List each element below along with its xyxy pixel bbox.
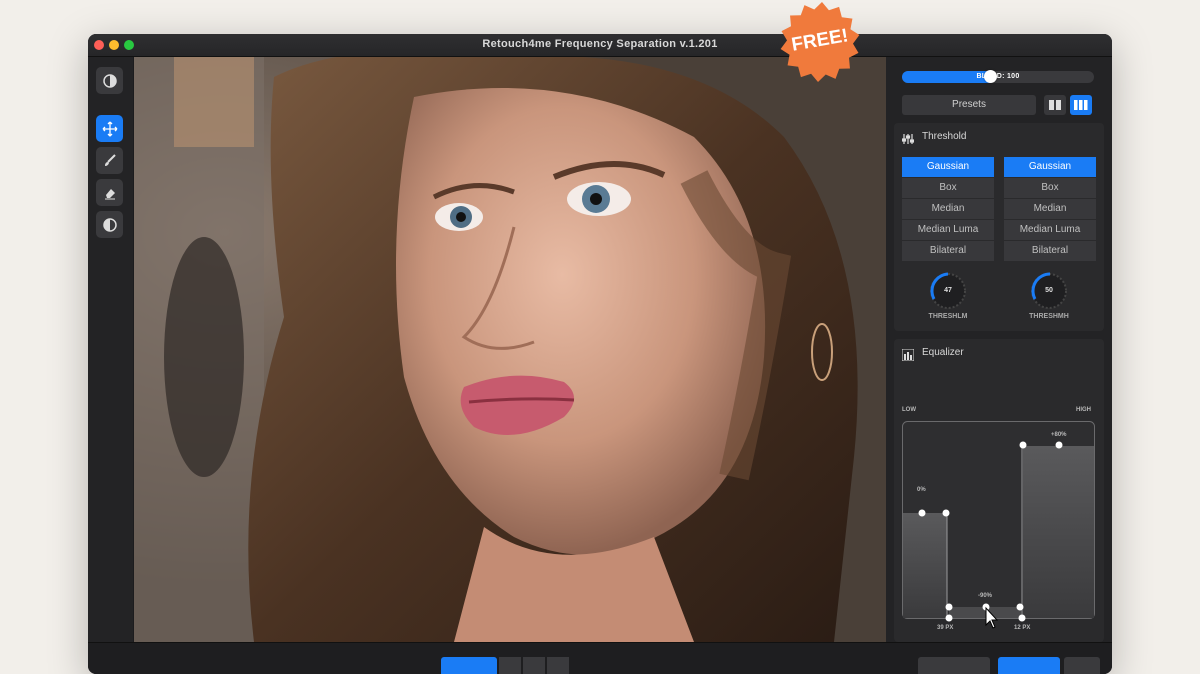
title-bar: Retouch4me Frequency Separation v.1.201 — [88, 34, 1112, 57]
move-icon[interactable] — [96, 115, 123, 142]
eq-boundary-2: 12 PX — [1014, 625, 1031, 631]
eq-low-label: LOW — [902, 407, 916, 413]
eq-high-label: HIGH — [1076, 407, 1091, 413]
bottom-bar — [88, 642, 1112, 674]
threshold-section: Threshold Gaussian Box Median Median Lum… — [894, 123, 1104, 331]
filter-item[interactable]: Box — [902, 178, 994, 199]
eq-handle[interactable] — [1055, 441, 1063, 449]
portrait-photo — [134, 57, 886, 642]
threshlm-value: 47 — [944, 287, 952, 294]
filter-item[interactable]: Gaussian — [902, 157, 994, 178]
threshlm-label: THRESHLM — [928, 313, 968, 320]
eq-band-low-value: 0% — [917, 487, 926, 493]
filter-item[interactable]: Box — [1004, 178, 1096, 199]
settings-panel: BLEND: 100 Presets Threshold Gaussian Bo… — [886, 57, 1112, 663]
filter-item[interactable]: Bilateral — [1004, 241, 1096, 262]
filter-item[interactable]: Median — [902, 199, 994, 220]
eq-handle[interactable] — [942, 509, 950, 517]
three-layer-view-button[interactable] — [1070, 95, 1092, 115]
filter-item[interactable]: Median Luma — [1004, 220, 1096, 241]
left-filter-list: Gaussian Box Median Median Luma Bilatera… — [902, 157, 994, 262]
equalizer-icon — [901, 348, 915, 366]
eq-handle[interactable] — [1018, 614, 1026, 622]
eraser-icon[interactable] — [96, 179, 123, 206]
brush-icon[interactable] — [96, 147, 123, 174]
equalizer-graph[interactable] — [902, 421, 1096, 633]
eq-band-mid-value: -90% — [978, 593, 993, 599]
threshmh-label: THRESHMH — [1029, 313, 1069, 320]
threshmh-value: 50 — [1045, 287, 1053, 294]
window-title: Retouch4me Frequency Separation v.1.201 — [482, 38, 718, 50]
split-view-button[interactable] — [1044, 95, 1066, 115]
sliders-icon — [901, 132, 915, 150]
filter-item[interactable]: Median Luma — [902, 220, 994, 241]
filter-item[interactable]: Median — [1004, 199, 1096, 220]
mask-icon[interactable] — [96, 211, 123, 238]
eq-boundary-1: 39 PX — [937, 625, 954, 631]
right-filter-list: Gaussian Box Median Median Luma Bilatera… — [1004, 157, 1096, 262]
presets-button[interactable]: Presets — [902, 95, 1036, 115]
eq-handle[interactable] — [1016, 603, 1024, 611]
eq-band-high — [1023, 446, 1094, 618]
filter-item[interactable]: Bilateral — [902, 241, 994, 262]
threshmh-knob[interactable]: 50 — [1029, 271, 1069, 311]
equalizer-title: Equalizer — [922, 347, 964, 358]
logo-icon[interactable] — [96, 67, 123, 94]
tool-sidebar — [88, 57, 133, 642]
blend-label: BLEND: 100 — [976, 73, 1020, 80]
eq-handle[interactable] — [945, 614, 953, 622]
eq-handle[interactable] — [918, 509, 926, 517]
filter-item[interactable]: Gaussian — [1004, 157, 1096, 178]
threshold-title: Threshold — [922, 131, 967, 142]
eq-band-high-value: +80% — [1051, 432, 1067, 438]
threshlm-knob[interactable]: 47 — [928, 271, 968, 311]
free-badge: FREE! — [776, 0, 864, 84]
eq-band-low — [903, 513, 947, 618]
eq-handle[interactable] — [945, 603, 953, 611]
app-window: Retouch4me Frequency Separation v.1.201 — [88, 34, 1112, 674]
photo-canvas[interactable] — [134, 57, 886, 642]
eq-handle[interactable] — [1019, 441, 1027, 449]
